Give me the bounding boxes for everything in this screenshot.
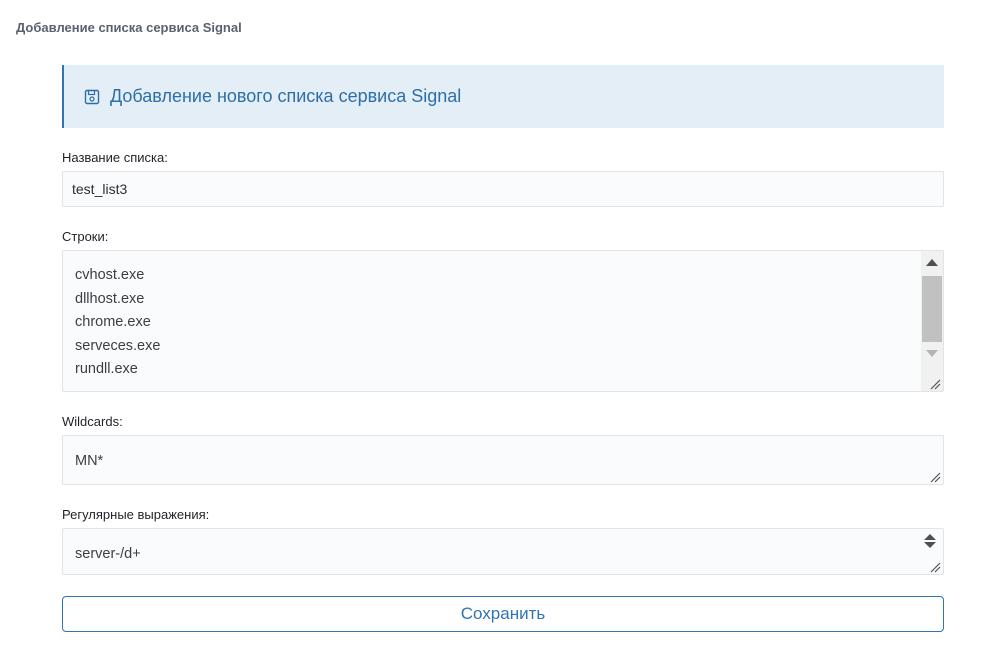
form-header-title: Добавление нового списка сервиса Signal (110, 86, 462, 106)
lines-content: cvhost.exe dllhost.exe chrome.exe servec… (63, 251, 943, 382)
resize-handle-icon[interactable] (929, 560, 941, 573)
lines-textarea[interactable]: cvhost.exe dllhost.exe chrome.exe servec… (62, 250, 944, 392)
list-name-value: test_list3 (72, 181, 128, 197)
wildcards-value: MN* (75, 453, 104, 469)
list-name-label: Название списка: (62, 150, 168, 165)
line-item: rundll.exe (75, 361, 138, 377)
page-title: Добавление списка сервиса Signal (16, 20, 242, 35)
line-item: serveces.exe (75, 337, 161, 354)
line-item: cvhost.exe (75, 267, 145, 283)
wildcards-textarea[interactable]: MN* (62, 435, 944, 485)
regex-content: server-/d+ (63, 529, 943, 567)
save-button[interactable]: Сохранить (62, 596, 944, 632)
lines-scrollbar[interactable] (921, 251, 943, 391)
line-item: chrome.exe (75, 314, 151, 330)
scroll-thumb[interactable] (922, 276, 942, 342)
form-header: Добавление нового списка сервиса Signal (62, 65, 944, 128)
line-item: dllhost.exe (75, 290, 145, 307)
add-list-form: Добавление нового списка сервиса Signal … (62, 65, 944, 632)
regex-value: server-/d+ (75, 546, 141, 562)
lines-label: Строки: (62, 229, 109, 244)
list-name-input[interactable]: test_list3 (62, 171, 944, 207)
regex-textarea[interactable]: server-/d+ (62, 528, 944, 575)
scroll-up-arrow-icon[interactable] (926, 259, 938, 266)
spinner-icon[interactable] (923, 533, 937, 549)
save-icon (84, 89, 100, 105)
wildcards-label: Wildcards: (62, 414, 123, 429)
wildcards-content: MN* (63, 436, 943, 474)
scroll-down-arrow-icon[interactable] (926, 350, 938, 357)
resize-handle-icon[interactable] (929, 470, 941, 483)
regex-label: Регулярные выражения: (62, 507, 210, 522)
resize-handle-icon[interactable] (929, 377, 941, 390)
